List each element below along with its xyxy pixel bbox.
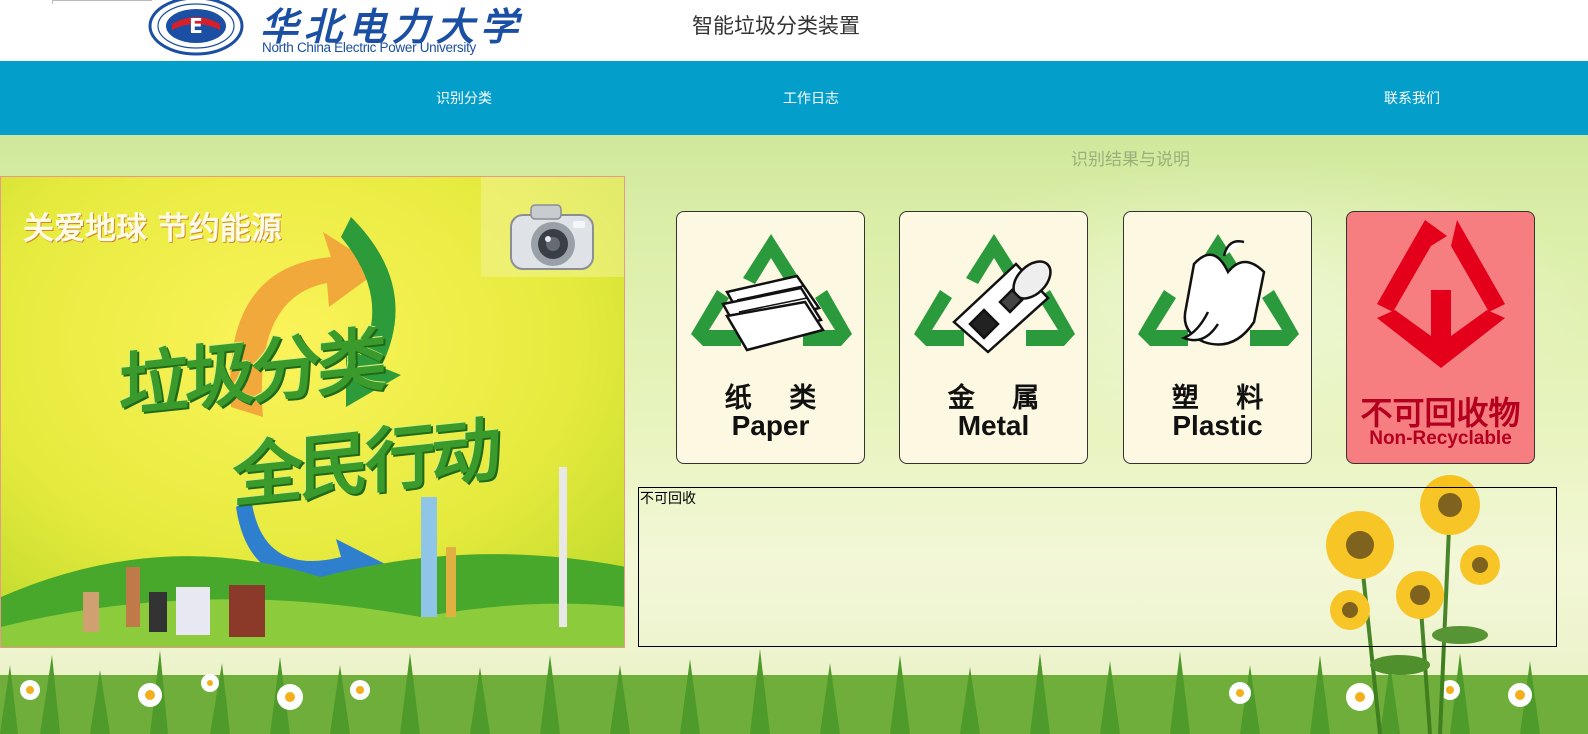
non-recyclable-icon: [1377, 220, 1505, 368]
main-content: 识别结果与说明 关爱地球 节约能源 垃圾分类 全民行动 纸 类 Paper 金 …: [0, 135, 1588, 734]
university-logo: E 华北电力大学 North China Electric Power Univ…: [148, 0, 558, 58]
nav-item-work-log[interactable]: 工作日志: [783, 88, 839, 108]
category-label-en: Paper: [731, 410, 810, 441]
category-card-paper[interactable]: 纸 类 Paper: [676, 211, 865, 464]
header: E 华北电力大学 North China Electric Power Univ…: [0, 0, 1588, 61]
header-edge-line: [52, 0, 152, 4]
result-section-title: 识别结果与说明: [1071, 150, 1190, 170]
nav-item-recognize[interactable]: 识别分类: [436, 88, 492, 108]
category-card-plastic[interactable]: 塑 料 Plastic: [1123, 211, 1312, 464]
category-label-en: Plastic: [1172, 410, 1263, 441]
university-name-en: North China Electric Power University: [262, 40, 476, 55]
result-output-box[interactable]: 不可回收: [638, 487, 1557, 647]
category-card-non-recyclable[interactable]: 不可回收物 Non-Recyclable: [1346, 211, 1535, 464]
app-title: 智能垃圾分类装置: [692, 14, 860, 38]
camera-icon[interactable]: [507, 201, 597, 273]
category-card-metal[interactable]: 金 属 Metal: [899, 211, 1088, 464]
category-label-en: Non-Recyclable: [1369, 428, 1512, 449]
garbage-sorting-poster: 关爱地球 节约能源 垃圾分类 全民行动: [0, 176, 625, 648]
plastic-recycle-icon: [1138, 234, 1299, 346]
nav-item-contact[interactable]: 联系我们: [1384, 88, 1440, 108]
svg-text:E: E: [189, 14, 203, 38]
result-output-text: 不可回收: [640, 491, 696, 507]
poster-slogan-top: 关爱地球 节约能源: [23, 211, 282, 247]
university-seal-icon: E: [148, 0, 244, 56]
main-nav: 识别分类 工作日志 联系我们: [0, 61, 1588, 135]
metal-recycle-icon: [914, 234, 1075, 354]
category-label-en: Metal: [957, 410, 1030, 441]
paper-recycle-icon: [691, 234, 852, 352]
